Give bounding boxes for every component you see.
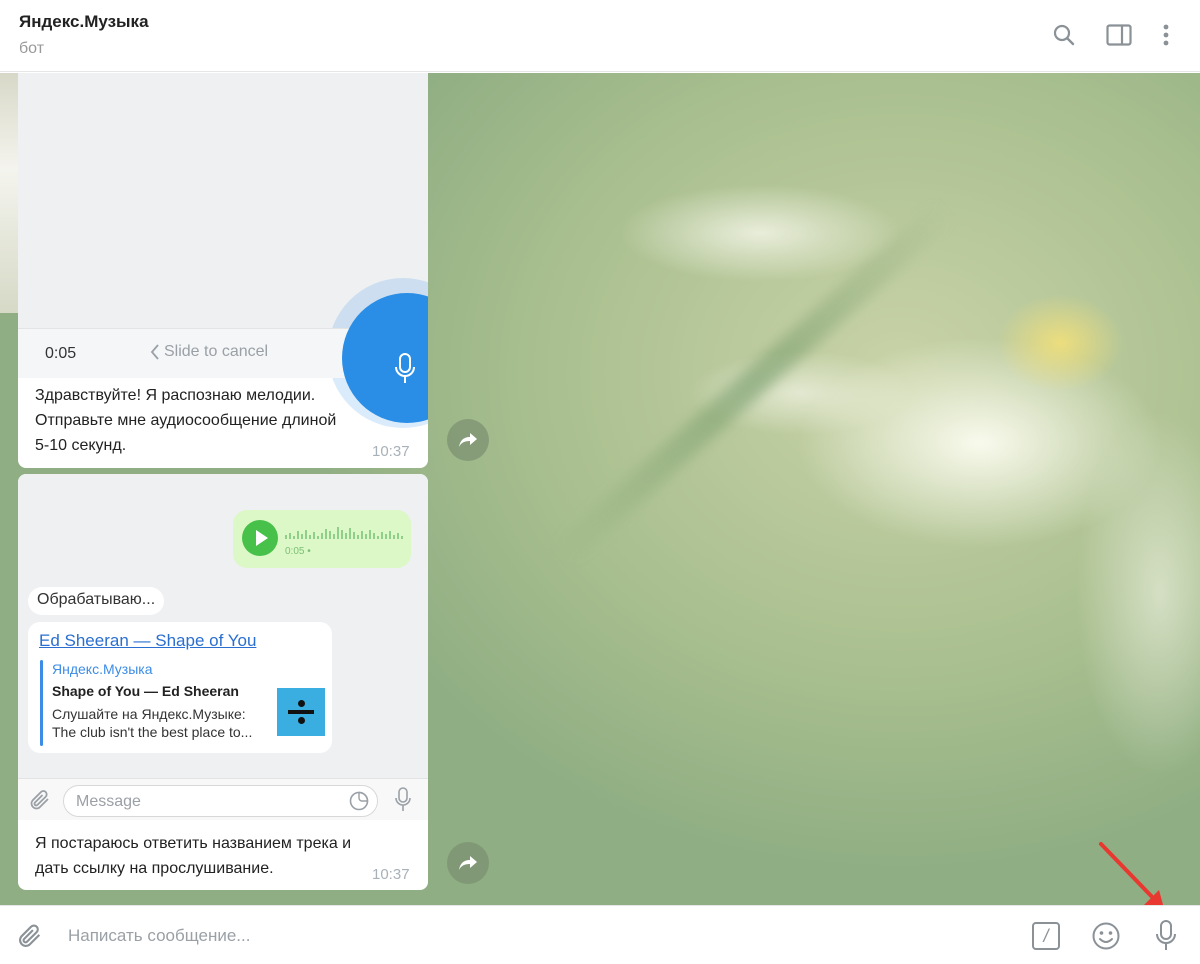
share-button[interactable] [447,419,489,461]
attach-button[interactable] [14,920,46,952]
forward-icon [459,856,477,870]
message-line: Отправьте мне аудиосообщение длиной [35,412,337,429]
preview-description: Слушайте на Яндекс.Музыке: The club isn'… [52,705,270,741]
message-bubble[interactable]: 0:05 Slide to cancel Здравствуйте! Я рас… [18,73,428,468]
voice-message: 0:05 • [233,510,411,568]
slide-to-cancel-label: Slide to cancel [164,343,269,360]
paperclip-icon [19,924,41,947]
emoji-button[interactable] [1090,920,1122,952]
link-preview-message: Ed Sheeran — Shape of You Яндекс.Музыка … [28,622,332,753]
message-time: 10:37 [372,443,410,460]
preview-desc-line: The club isn't the best place to... [52,724,253,740]
microphone-icon [1156,920,1176,950]
more-vertical-icon[interactable] [1151,20,1181,50]
message-text: Здравствуйте! Я распознаю мелодии. Отпра… [35,383,336,458]
slide-to-cancel: Slide to cancel [150,343,268,361]
chat-subtitle: бот [19,40,45,57]
embedded-message-field: Message [63,785,378,817]
voice-record-button[interactable] [1150,920,1182,952]
bot-command-button[interactable]: / [1030,920,1062,952]
message-time: 10:37 [372,866,410,883]
message-composer: Написать сообщение... / [0,905,1200,964]
wallpaper-stem [550,198,956,568]
microphone-icon [395,787,411,811]
share-button[interactable] [447,842,489,884]
processing-message: Обрабатываю... [28,587,165,615]
message-line: дать ссылку на прослушивание. [35,860,274,877]
forward-icon [459,433,477,447]
voice-duration: 0:05 • [285,546,311,557]
message-input[interactable]: Написать сообщение... [68,926,250,946]
preview-title: Shape of You — Ed Sheeran [52,683,239,699]
message-bubble[interactable]: 0:05 • Обрабатываю... Ed Sheeran — Shape… [18,474,428,890]
waveform [285,523,403,539]
sidebar-toggle-icon[interactable] [1104,20,1134,50]
message-line: Здравствуйте! Я распознаю мелодии. [35,387,316,404]
embedded-input-bar: Message [18,778,428,820]
play-icon [242,520,278,556]
chat-header: Яндекс.Музыка бот [0,0,1200,72]
embedded-placeholder: Message [76,793,141,810]
preview-accent [40,660,43,746]
message-line: Я постараюсь ответить названием трека и [35,835,352,852]
chat-title[interactable]: Яндекс.Музыка [19,12,149,32]
message-text: Я постараюсь ответить названием трека и … [35,831,351,881]
message-line: 5-10 секунд. [35,437,127,454]
microphone-icon [395,353,415,383]
recording-time: 0:05 [45,345,77,362]
track-link: Ed Sheeran — Shape of You [39,631,257,650]
chevron-left-icon [150,344,159,360]
slash-command-icon: / [1032,922,1060,950]
album-cover [277,688,325,736]
preview-site: Яндекс.Музыка [52,661,153,677]
preview-desc-line: Слушайте на Яндекс.Музыке: [52,706,246,722]
search-icon[interactable] [1049,20,1079,50]
sticker-icon [349,791,369,811]
wallpaper-edge [0,73,18,313]
emoji-icon [1092,922,1120,950]
paperclip-icon [30,790,49,810]
